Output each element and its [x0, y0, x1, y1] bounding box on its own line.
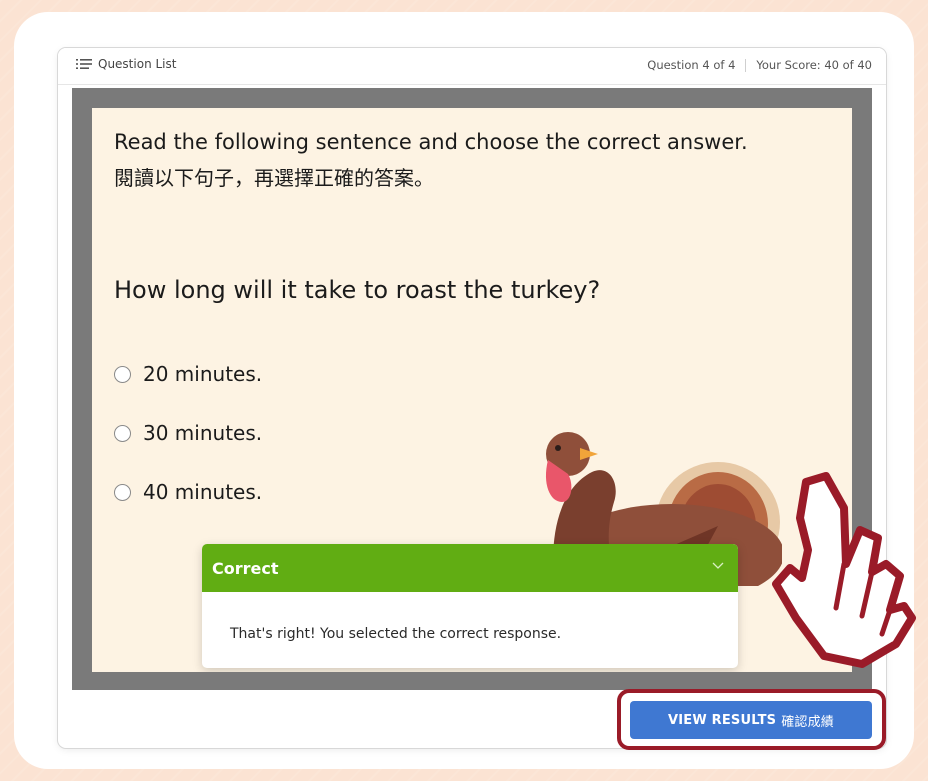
question-counter: Question 4 of 4 [647, 58, 736, 72]
list-icon [76, 59, 92, 69]
feedback-message: That's right! You selected the correct r… [230, 626, 562, 642]
option-label: 30 minutes. [143, 421, 263, 445]
hand-pointer-icon [772, 472, 916, 668]
feedback-header[interactable]: Correct [202, 544, 738, 592]
answer-option-2[interactable]: 30 minutes. [114, 421, 262, 445]
radio-button[interactable] [114, 365, 131, 383]
quiz-player: Question List Question 4 of 4 Your Score… [58, 48, 886, 748]
question-text: How long will it take to roast the turke… [114, 276, 601, 304]
feedback-panel: Correct That's right! You selected the c… [202, 544, 738, 668]
slide-content: Read the following sentence and choose t… [92, 108, 852, 672]
feedback-title: Correct [212, 559, 279, 578]
progress-status: Question 4 of 4 Your Score: 40 of 40 [647, 58, 872, 72]
question-list-label: Question List [98, 57, 177, 71]
question-list-button[interactable]: Question List [76, 57, 176, 71]
radio-button[interactable] [114, 424, 131, 442]
status-divider [745, 58, 747, 72]
chevron-down-icon[interactable] [712, 562, 724, 570]
view-results-label-zh: 確認成績 [781, 714, 835, 730]
answer-option-3[interactable]: 40 minutes. [114, 480, 262, 504]
view-results-label: VIEW RESULTS [667, 712, 777, 728]
player-topbar: Question List Question 4 of 4 Your Score… [58, 48, 886, 85]
score-display: Your Score: 40 of 40 [756, 58, 872, 72]
instruction-chinese: 閱讀以下句子，再選擇正確的答案。 [114, 166, 434, 190]
answer-option-1[interactable]: 20 minutes. [114, 362, 262, 386]
option-label: 40 minutes. [143, 480, 263, 504]
instruction-english: Read the following sentence and choose t… [114, 130, 748, 154]
slide-frame: Read the following sentence and choose t… [72, 88, 872, 690]
radio-button[interactable] [114, 483, 131, 501]
option-label: 20 minutes. [143, 362, 263, 386]
view-results-button[interactable]: VIEW RESULTS 確認成績 [630, 701, 872, 739]
